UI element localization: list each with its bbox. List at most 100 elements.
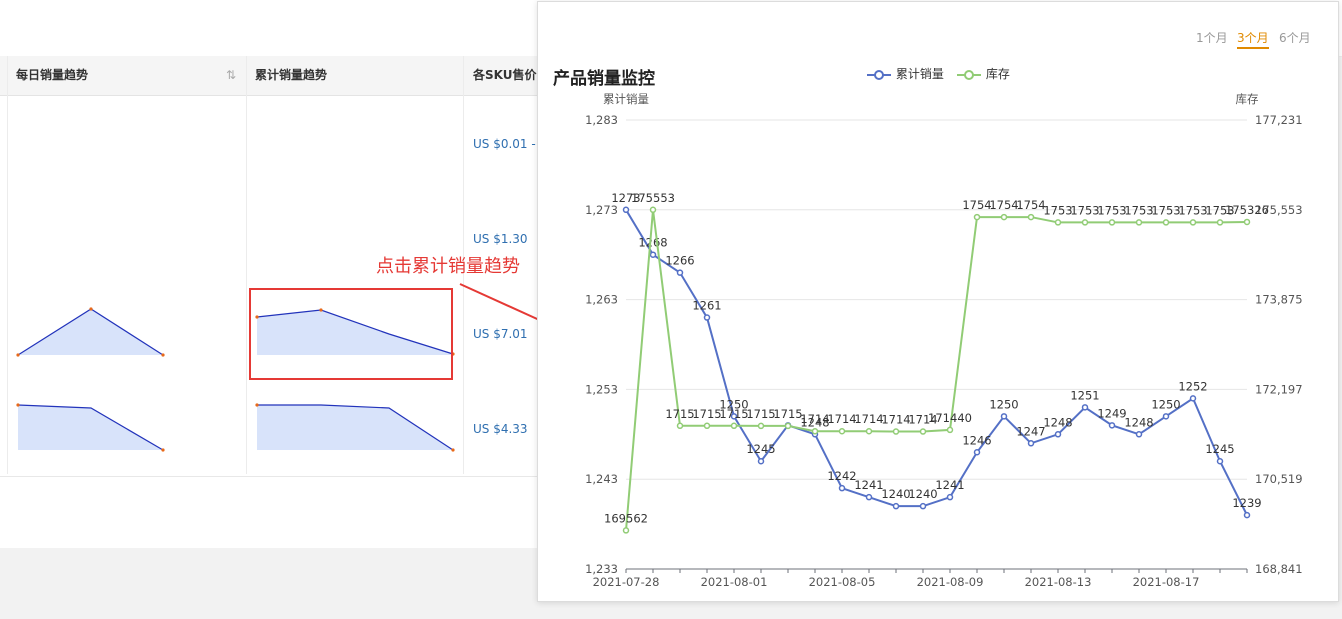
data-point (703, 422, 711, 430)
cumulative-sales-sparkline[interactable] (254, 399, 459, 464)
data-label: 1250 (1151, 397, 1180, 411)
data-label: 1753 (1124, 203, 1153, 217)
y-right-tick-label: 177,231 (1255, 113, 1303, 127)
y-left-tick-label: 1,243 (585, 472, 618, 486)
data-point (1216, 457, 1224, 465)
data-label: 1268 (638, 236, 667, 250)
data-label: 1266 (665, 254, 694, 268)
data-point (919, 428, 927, 435)
data-label: 1251 (1070, 388, 1099, 402)
data-label: 1715 (719, 407, 748, 421)
data-point (946, 493, 954, 501)
data-label: 1245 (1205, 442, 1234, 456)
data-label: 1240 (908, 487, 937, 501)
data-point (1189, 219, 1197, 226)
data-label: 1247 (1016, 424, 1045, 438)
data-point (1135, 431, 1143, 438)
data-point (622, 527, 630, 534)
x-tick-label: 2021-08-13 (1025, 575, 1092, 589)
y-right-axis-title: 库存 (1236, 92, 1259, 106)
data-label: 1242 (827, 469, 856, 483)
data-point (1216, 219, 1224, 226)
data-point (892, 502, 900, 510)
data-point (1027, 440, 1035, 447)
data-point (838, 484, 846, 492)
data-point (838, 427, 846, 435)
data-label: 175326 (1225, 203, 1269, 217)
data-point (1027, 213, 1035, 221)
data-point (1243, 511, 1251, 519)
sales-inventory-chart[interactable]: 1,233 168,841 1,243 170,519 1,253 172,197 1,26… (538, 2, 1338, 601)
x-tick-label: 2021-08-01 (701, 575, 768, 589)
sort-icon[interactable]: ⇅ (226, 68, 236, 82)
data-point (757, 422, 765, 430)
data-label: 1241 (854, 478, 883, 492)
y-left-tick-label: 1,263 (585, 293, 618, 307)
header-cumulative-trend[interactable]: 累计销量趋势 (255, 56, 327, 95)
data-point (919, 502, 927, 510)
data-label: 169562 (604, 511, 648, 525)
data-point (892, 428, 900, 435)
data-point (1081, 404, 1089, 411)
y-left-tick-label: 1,233 (585, 562, 618, 576)
data-point (865, 427, 873, 435)
data-label: 175553 (631, 191, 675, 205)
annotation-highlight-box (249, 288, 453, 380)
data-point (1189, 395, 1197, 402)
sales-monitor-popup: 1个月 3个月 6个月 产品销量监控 累计销量 库存 1,233 168,841 1… (537, 1, 1339, 602)
data-label: 1714 (854, 412, 883, 426)
data-point (730, 422, 738, 430)
y-right-tick-label: 168,841 (1255, 562, 1303, 576)
x-tick-label: 2021-08-17 (1133, 575, 1200, 589)
y-right-tick-label: 170,519 (1255, 472, 1303, 486)
data-label: 1714 (827, 412, 856, 426)
data-point (1162, 219, 1170, 226)
data-point (676, 422, 684, 430)
column-divider (246, 56, 247, 474)
data-label: 1715 (773, 407, 802, 421)
sku-price[interactable]: US $4.33 (473, 422, 528, 436)
data-label: 1753 (1043, 203, 1072, 217)
y-right-tick-label: 172,197 (1255, 382, 1303, 396)
data-point (649, 251, 657, 258)
data-point (1000, 213, 1008, 221)
data-label: 171440 (928, 411, 972, 425)
data-label: 1715 (665, 407, 694, 421)
data-label: 1240 (881, 487, 910, 501)
y-right-tick-label: 173,875 (1255, 293, 1303, 307)
data-label: 1754 (989, 198, 1018, 212)
data-label: 1754 (1016, 198, 1045, 212)
data-label: 1249 (1097, 406, 1126, 420)
sku-price[interactable]: US $1.30 (473, 232, 528, 246)
y-left-axis-title: 累计销量 (603, 92, 649, 106)
data-label: 1753 (1070, 203, 1099, 217)
data-label: 1248 (1124, 415, 1153, 429)
data-point (784, 422, 792, 430)
data-point (1054, 219, 1062, 226)
y-left-tick-label: 1,283 (585, 113, 618, 127)
data-point (1162, 413, 1170, 420)
data-label: 1753 (1097, 203, 1126, 217)
data-label: 1239 (1232, 496, 1261, 510)
data-point (622, 206, 630, 214)
x-tick-label: 2021-08-05 (809, 575, 876, 589)
data-label: 1248 (1043, 415, 1072, 429)
data-point (1081, 219, 1089, 226)
daily-sales-sparkline[interactable] (14, 304, 169, 369)
daily-sales-sparkline[interactable] (14, 399, 169, 464)
data-label: 1714 (881, 413, 910, 427)
data-point (946, 426, 954, 434)
data-label: 1715 (692, 407, 721, 421)
y-left-tick-label: 1,273 (585, 203, 618, 217)
y-left-tick-label: 1,253 (585, 382, 618, 396)
header-sku-price[interactable]: 各SKU售价区 (473, 56, 545, 120)
data-label: 1250 (989, 397, 1018, 411)
data-label: 1261 (692, 299, 721, 313)
header-daily-trend[interactable]: 每日销量趋势 (16, 56, 88, 95)
data-label: 1754 (962, 198, 991, 212)
column-divider (7, 56, 8, 474)
data-point (757, 457, 765, 465)
data-point (1243, 218, 1251, 226)
data-point (676, 269, 684, 276)
data-label: 1241 (935, 478, 964, 492)
